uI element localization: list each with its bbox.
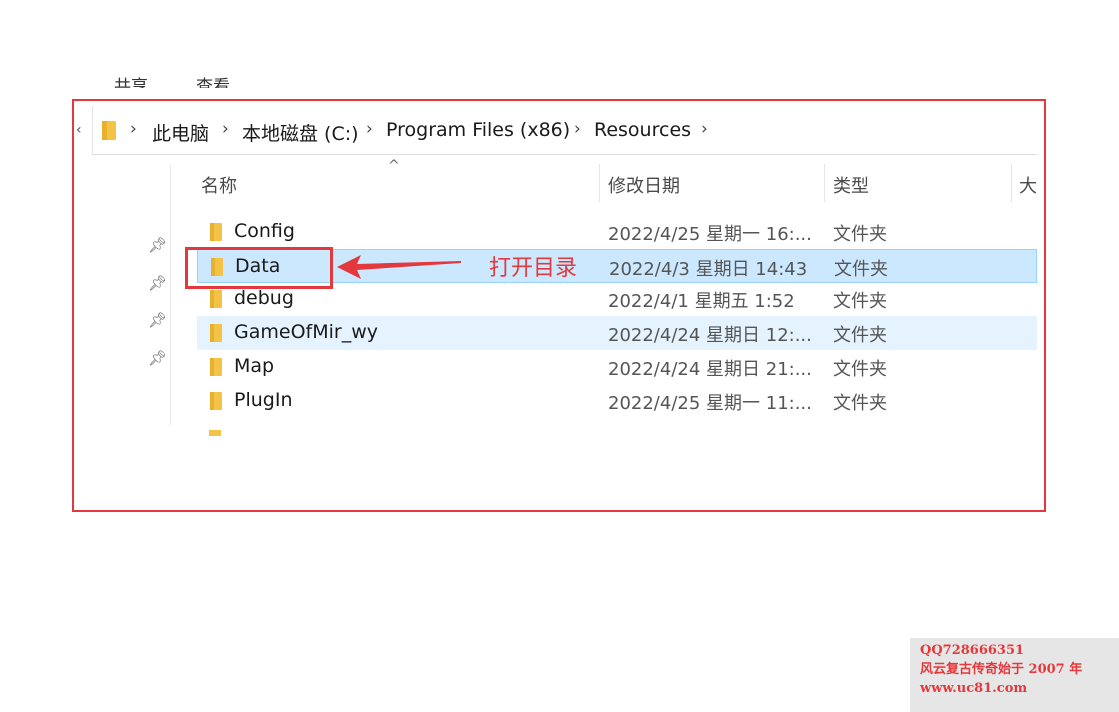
watermark-slogan: 风云复古传奇始于 2007 年 — [920, 662, 1083, 677]
watermark: QQ728666351 风云复古传奇始于 2007 年 www.uc81.com — [910, 638, 1119, 712]
annotation-label: 打开目录 — [489, 256, 578, 281]
annotation-frame — [72, 99, 1046, 512]
highlight-box — [185, 247, 333, 289]
watermark-site: www.uc81.com — [920, 681, 1028, 696]
watermark-qq: QQ728666351 — [920, 643, 1025, 658]
ribbon-tab-view[interactable]: 查看 — [196, 72, 230, 88]
ribbon-tabs: 共享 查看 — [112, 70, 312, 88]
ribbon-tab-share[interactable]: 共享 — [114, 72, 148, 88]
arrow-left-icon — [333, 252, 463, 286]
